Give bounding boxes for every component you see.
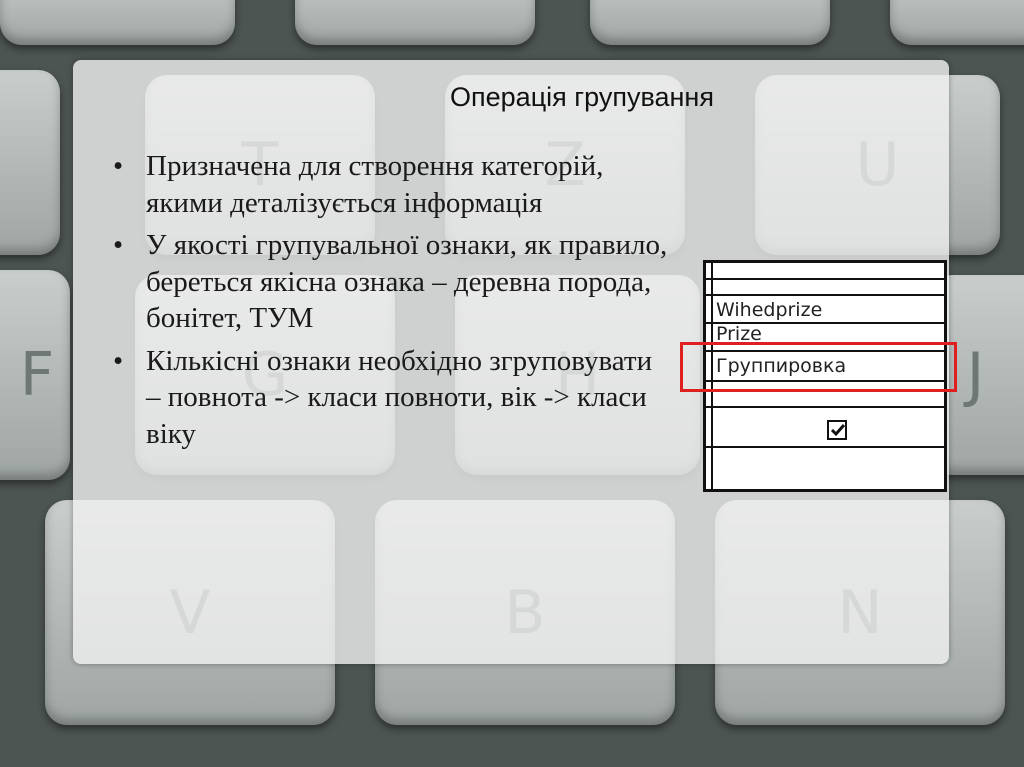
checkmark-icon — [830, 424, 846, 437]
keyboard-key — [0, 70, 60, 255]
show-checkbox[interactable] — [827, 420, 847, 440]
keyboard-key — [0, 0, 235, 45]
bullet-item: • Кількісні ознаки необхідно згруповуват… — [113, 343, 673, 453]
key-glyph: F — [19, 340, 55, 410]
keyboard-key — [890, 0, 1024, 45]
grid-row-show — [706, 408, 944, 448]
grid-row-header — [706, 263, 944, 280]
keyboard-key: F — [0, 270, 70, 480]
grid-row-field: Wihedprize — [706, 296, 944, 324]
grid-row-blank — [706, 280, 944, 296]
bullet-item: • У якості групувальної ознаки, як прави… — [113, 227, 673, 337]
keyboard-key — [590, 0, 830, 45]
bullet-list: • Призначена для створення категорій, як… — [113, 148, 673, 458]
bullet-item: • Призначена для створення категорій, як… — [113, 148, 673, 221]
grid-row-criteria — [706, 448, 944, 468]
bullet-text: Кількісні ознаки необхідно згруповувати … — [146, 344, 653, 450]
key-glyph: J — [966, 340, 985, 410]
keyboard-key — [295, 0, 535, 45]
bullet-text: У якості групувальної ознаки, як правило… — [146, 229, 668, 334]
bullet-marker: • — [113, 150, 124, 182]
bullet-marker: • — [113, 344, 124, 377]
slide-title: Операція групування — [450, 82, 714, 112]
bullet-text: Призначена для створення категорій, яким… — [146, 150, 604, 219]
grid-row-label: Wihedprize — [716, 299, 823, 321]
bullet-marker: • — [113, 229, 124, 261]
highlight-box — [680, 342, 957, 392]
